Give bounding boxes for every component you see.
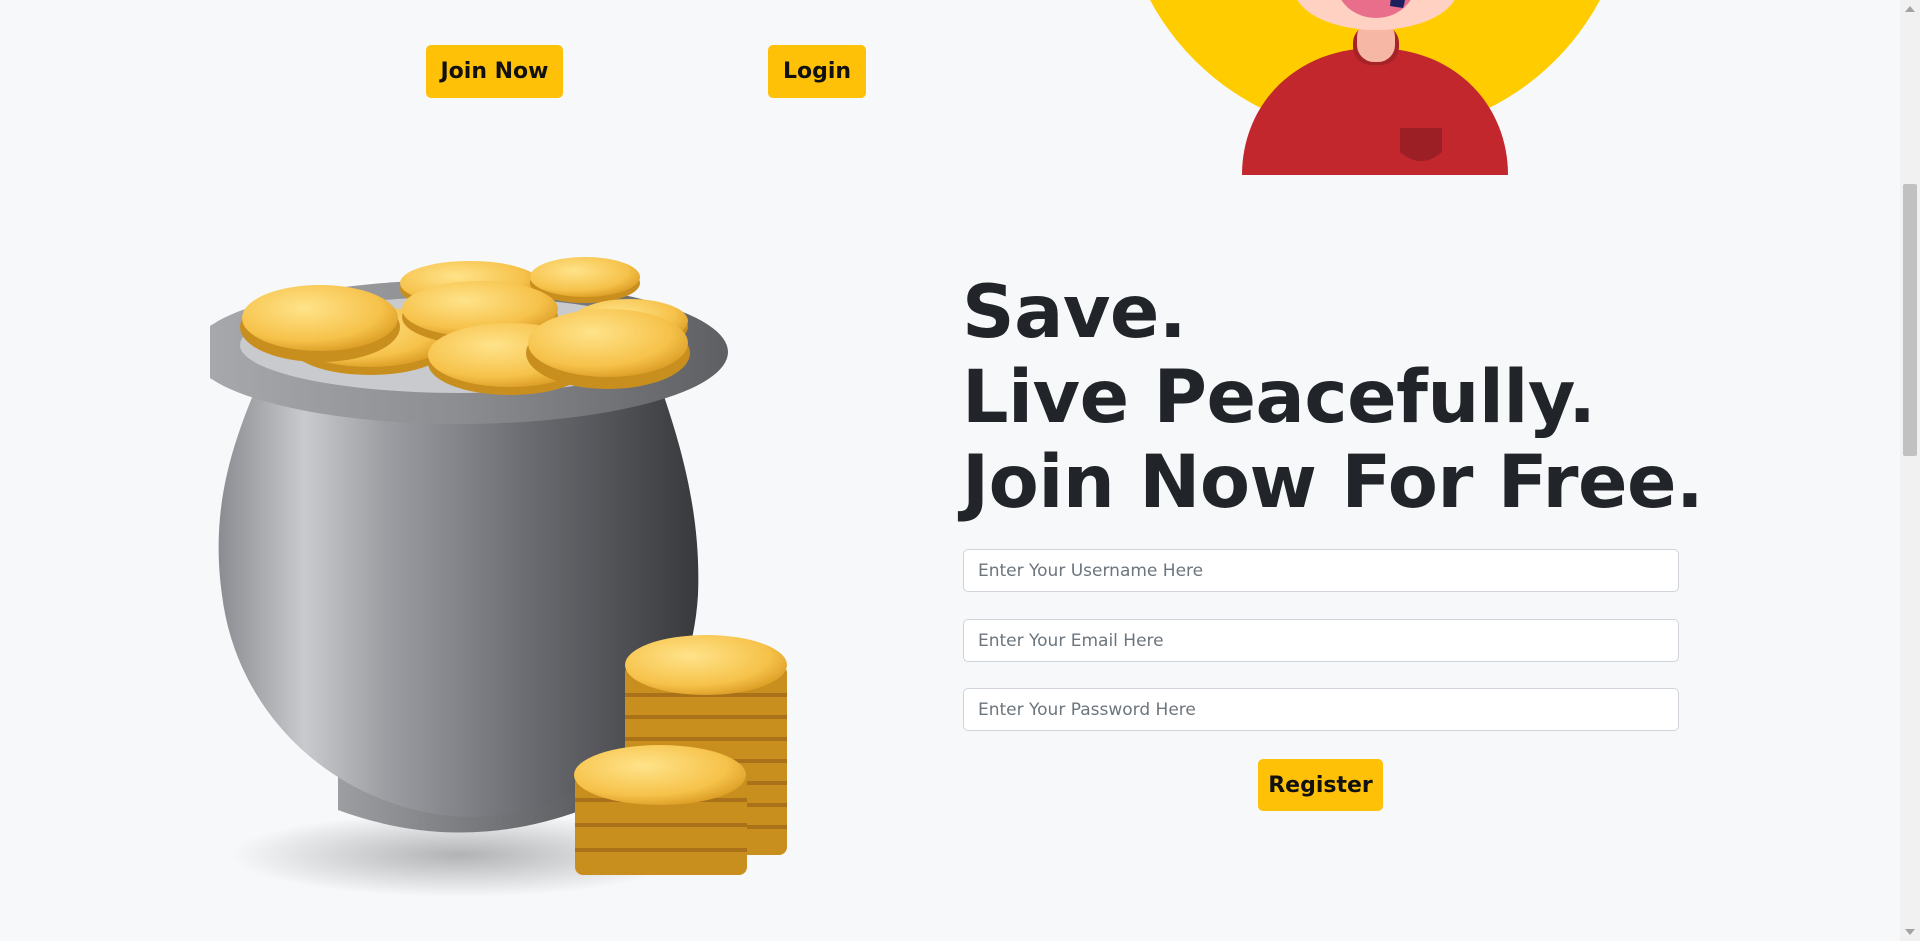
headline-line-2: Live Peacefully. (962, 355, 1596, 440)
scroll-up-icon[interactable] (1905, 6, 1915, 12)
pot-of-gold-icon (210, 257, 787, 897)
login-button[interactable]: Login (768, 45, 866, 98)
page-scrollbar[interactable] (1900, 0, 1920, 941)
person-avatar-icon (1150, 0, 1600, 175)
hero-headline: Save. Live Peacefully. Join Now For Free… (962, 270, 1704, 525)
headline-line-3: Join Now For Free. (962, 440, 1704, 525)
headline-line-1: Save. (962, 270, 1187, 355)
password-input[interactable] (963, 688, 1679, 731)
email-input[interactable] (963, 619, 1679, 662)
username-input[interactable] (963, 549, 1679, 592)
scroll-down-icon[interactable] (1905, 929, 1915, 935)
scrollbar-thumb[interactable] (1903, 184, 1917, 456)
register-button[interactable]: Register (1258, 759, 1383, 811)
join-now-button[interactable]: Join Now (426, 45, 563, 98)
